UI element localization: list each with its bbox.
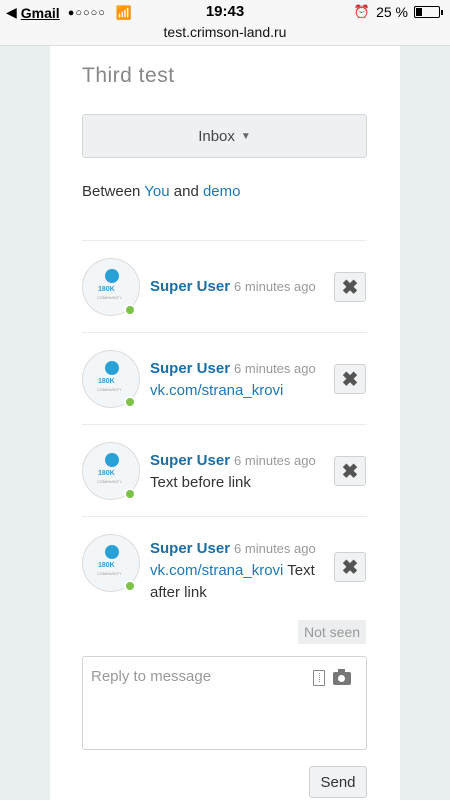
message-author-link[interactable]: Super User: [150, 360, 230, 377]
divider: [82, 424, 367, 425]
community-logo-icon: [105, 269, 119, 283]
page-content: Third test Inbox ▼ Between You and demo …: [50, 46, 400, 800]
message-author-line: Super User 6 minutes ago: [150, 360, 316, 377]
delete-message-button[interactable]: ✖: [334, 364, 366, 394]
community-logo-icon: [105, 545, 119, 559]
delete-message-button[interactable]: ✖: [334, 272, 366, 302]
url-bar[interactable]: test.crimson-land.ru: [0, 24, 450, 46]
community-logo-icon: [105, 453, 119, 467]
battery-percent: 25 %: [376, 4, 408, 20]
message-author-link[interactable]: Super User: [150, 278, 230, 295]
avatar-sub: COMMUNITY: [97, 387, 122, 392]
close-icon: ✖: [341, 276, 359, 299]
online-status-dot: [124, 580, 136, 592]
chevron-down-icon: ▼: [240, 130, 251, 142]
avatar-sub: COMMUNITY: [97, 571, 122, 576]
page-title: Third test: [82, 64, 175, 87]
message-body: vk.com/strana_krovi Text after link: [150, 560, 332, 604]
message-author-line: Super User 6 minutes ago: [150, 278, 316, 295]
alarm-icon: ⏰: [353, 4, 371, 19]
avatar-count: 180K: [98, 562, 115, 569]
reply-box: [82, 656, 367, 750]
divider: [82, 332, 367, 333]
community-logo-icon: [105, 361, 119, 375]
status-badge: Not seen: [298, 620, 367, 644]
online-status-dot: [124, 488, 136, 500]
message-item: 180K COMMUNITY Super User 6 minutes ago ✖: [82, 258, 367, 328]
message-item: 180K COMMUNITY Super User 6 minutes ago v…: [82, 534, 367, 614]
avatar-count: 180K: [98, 286, 115, 293]
message-body: Text before link: [150, 474, 251, 491]
message-author-link[interactable]: Super User: [150, 540, 230, 557]
conversation-card: Third test Inbox ▼ Between You and demo …: [66, 46, 384, 800]
camera-icon[interactable]: [333, 669, 351, 685]
message-link[interactable]: vk.com/strana_krovi: [150, 562, 283, 579]
attach-file-icon[interactable]: [313, 670, 325, 686]
avatar-count: 180K: [98, 470, 115, 477]
message-time: 6 minutes ago: [234, 279, 316, 294]
status-bar: ◀ Gmail ●○○○○ 📶 19:43 ⏰ 25 %: [0, 0, 450, 24]
battery-icon: [414, 6, 443, 18]
inbox-dropdown-button[interactable]: Inbox ▼: [82, 114, 367, 158]
avatar-sub: COMMUNITY: [97, 479, 122, 484]
online-status-dot: [124, 396, 136, 408]
message-time: 6 minutes ago: [234, 361, 316, 376]
close-icon: ✖: [341, 368, 359, 391]
send-button[interactable]: Send: [309, 766, 367, 798]
message-link[interactable]: vk.com/strana_krovi: [150, 382, 283, 399]
inbox-label: Inbox: [198, 127, 235, 145]
message-author-link[interactable]: Super User: [150, 452, 230, 469]
delete-message-button[interactable]: ✖: [334, 456, 366, 486]
message-time: 6 minutes ago: [234, 453, 316, 468]
divider: [82, 516, 367, 517]
message-author-line: Super User 6 minutes ago: [150, 452, 316, 469]
participant-demo-link[interactable]: demo: [203, 183, 241, 200]
message-author-line: Super User 6 minutes ago: [150, 540, 316, 557]
between-and: and: [173, 183, 199, 200]
close-icon: ✖: [341, 460, 359, 483]
participants-line: Between You and demo: [82, 183, 241, 200]
between-prefix: Between: [82, 183, 141, 200]
online-status-dot: [124, 304, 136, 316]
message-item: 180K COMMUNITY Super User 6 minutes ago T…: [82, 442, 367, 512]
avatar-sub: COMMUNITY: [97, 295, 122, 300]
battery-level-fill: [416, 8, 422, 16]
reply-input[interactable]: [91, 663, 291, 689]
avatar-count: 180K: [98, 378, 115, 385]
divider: [82, 240, 367, 241]
message-item: 180K COMMUNITY Super User 6 minutes ago v…: [82, 350, 367, 420]
close-icon: ✖: [341, 556, 359, 579]
delete-message-button[interactable]: ✖: [334, 552, 366, 582]
message-time: 6 minutes ago: [234, 541, 316, 556]
message-body: vk.com/strana_krovi: [150, 380, 330, 402]
participant-you-link[interactable]: You: [144, 183, 169, 200]
